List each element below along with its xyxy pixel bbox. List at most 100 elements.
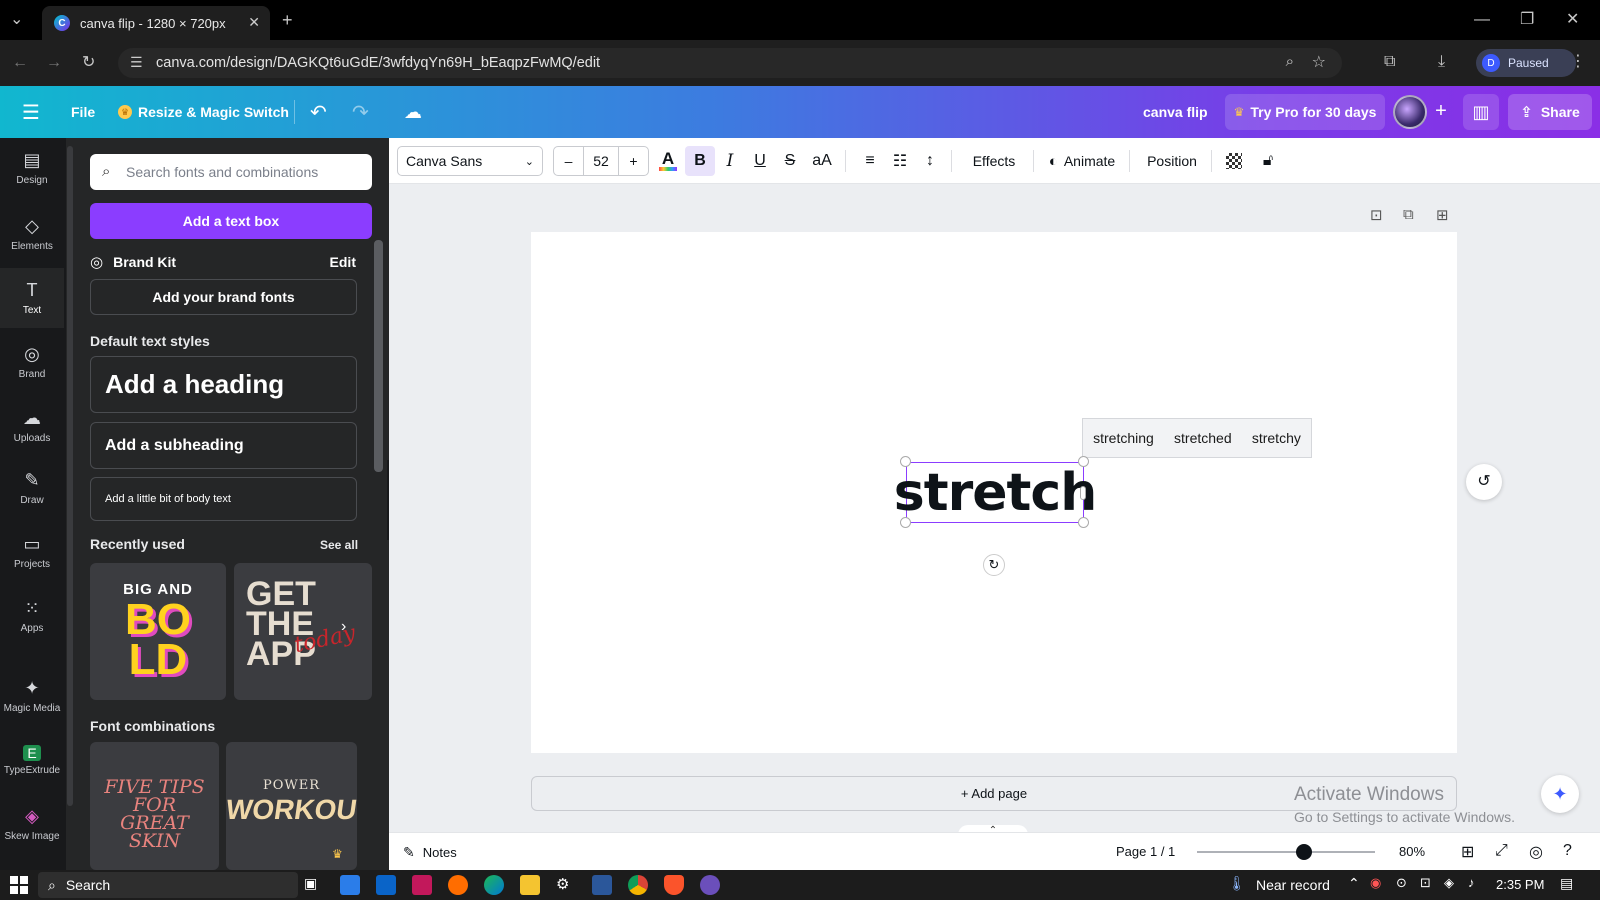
check-icon[interactable]: ◎	[1529, 842, 1543, 862]
chrome-icon[interactable]	[628, 875, 648, 895]
reload-icon[interactable]: ↻	[82, 53, 95, 73]
tray-app-icon[interactable]: ⊙	[1396, 875, 1407, 891]
windows-start-icon[interactable]	[10, 876, 28, 894]
fullscreen-icon[interactable]: ⤢	[1495, 842, 1508, 860]
bold-button[interactable]: B	[685, 146, 715, 176]
rail-item-draw[interactable]: ✎ Draw	[0, 458, 64, 518]
align-center-icon[interactable]: ≡	[855, 146, 885, 176]
selected-text-element[interactable]: stretch	[894, 462, 1097, 523]
strikethrough-button[interactable]: S	[775, 146, 805, 176]
add-page-icon[interactable]: ⊞	[1436, 206, 1449, 224]
comment-refresh-icon[interactable]: ↺	[1466, 464, 1502, 500]
taskbar-search[interactable]: ⌕ Search	[38, 872, 298, 898]
zoom-slider-thumb[interactable]	[1295, 844, 1312, 860]
zoom-icon[interactable]: ⌕	[1286, 53, 1294, 70]
letter-case-button[interactable]: aA	[805, 146, 839, 176]
new-tab-icon[interactable]: +	[282, 10, 293, 30]
resize-handle[interactable]	[1078, 456, 1089, 467]
add-body-text-button[interactable]: Add a little bit of body text	[90, 477, 357, 521]
position-button[interactable]: Position	[1137, 146, 1207, 176]
volume-icon[interactable]: ♪	[1468, 875, 1475, 890]
try-pro-button[interactable]: ♛ Try Pro for 30 days	[1225, 94, 1385, 130]
animate-button[interactable]: ◐ Animate	[1041, 146, 1123, 176]
resize-handle[interactable]	[900, 517, 911, 528]
add-brand-fonts-button[interactable]: Add your brand fonts	[90, 279, 357, 315]
restore-icon[interactable]: ❐	[1520, 10, 1534, 30]
magic-assistant-icon[interactable]: ✦	[1541, 775, 1579, 813]
cloud-save-icon[interactable]: ☁	[404, 86, 422, 138]
transparency-icon[interactable]	[1219, 146, 1249, 176]
design-title[interactable]: canva flip	[1143, 86, 1208, 138]
font-size-input[interactable]: 52	[593, 153, 609, 169]
add-heading-button[interactable]: Add a heading	[90, 356, 357, 413]
grid-view-icon[interactable]: ⊞	[1461, 842, 1474, 862]
lock-page-icon[interactable]: ⊡	[1370, 206, 1383, 224]
forward-icon[interactable]: →	[46, 53, 62, 73]
clock[interactable]: 2:35 PM	[1496, 877, 1544, 892]
close-tab-icon[interactable]: ✕	[248, 14, 260, 31]
lock-icon[interactable]: 🔓︎	[1253, 146, 1283, 176]
resize-magic-switch-button[interactable]: ♛ Resize & Magic Switch	[118, 86, 289, 138]
resize-handle[interactable]	[900, 456, 911, 467]
add-collaborator-icon[interactable]: +	[1428, 98, 1454, 124]
store-icon[interactable]	[340, 875, 360, 895]
tray-chevron-icon[interactable]: ⌃	[1348, 875, 1360, 892]
task-view-icon[interactable]: ▣	[304, 875, 324, 895]
rail-item-skew-image[interactable]: ◈ Skew Image	[0, 794, 64, 854]
word-icon[interactable]	[592, 875, 612, 895]
add-text-box-button[interactable]: Add a text box	[90, 203, 372, 239]
rail-item-uploads[interactable]: ☁ Uploads	[0, 396, 64, 456]
redo-icon[interactable]: ↷	[352, 86, 369, 138]
resize-handle[interactable]	[1078, 517, 1089, 528]
tray-app-icon[interactable]: ◉	[1370, 875, 1381, 891]
back-icon[interactable]: ←	[12, 53, 28, 73]
duplicate-page-icon[interactable]: ⧉	[1403, 206, 1414, 223]
tray-app-icon[interactable]: ⊡	[1420, 875, 1431, 891]
recent-template-get-the-app[interactable]: GET THE APP today	[234, 563, 372, 700]
network-icon[interactable]: ◈	[1444, 875, 1454, 891]
font-combo-five-tips[interactable]: FIVE TIPS FOR GREAT SKIN	[90, 742, 219, 870]
panel-scrollbar[interactable]	[374, 240, 383, 472]
notifications-icon[interactable]: ▤	[1560, 875, 1573, 892]
browser-tab[interactable]: C canva flip - 1280 × 720px ✕	[42, 6, 270, 40]
brand-kit-edit-link[interactable]: Edit	[330, 254, 356, 270]
recent-template-big-bold[interactable]: BIG AND BO LD	[90, 563, 226, 700]
zoom-level[interactable]: 80%	[1399, 844, 1425, 859]
settings-icon[interactable]: ⚙	[556, 875, 576, 895]
carousel-next-icon[interactable]: ›	[341, 618, 346, 636]
rail-item-projects[interactable]: ▭ Projects	[0, 522, 64, 582]
rail-item-magic-media[interactable]: ✦ Magic Media	[0, 666, 64, 726]
share-button[interactable]: ⇪ Share	[1508, 94, 1592, 130]
user-avatar[interactable]	[1393, 95, 1427, 129]
rail-item-design[interactable]: ▤ Design	[0, 138, 64, 198]
url-input[interactable]: ☰ canva.com/design/DAGKQt6uGdE/3wfdyqYn6…	[118, 48, 1342, 78]
rail-item-brand[interactable]: ◎ Brand	[0, 332, 64, 392]
browser-menu-icon[interactable]: ⋮	[1570, 52, 1586, 72]
increase-font-size-button[interactable]: +	[618, 147, 648, 175]
brave-icon[interactable]	[664, 875, 684, 895]
edge-icon[interactable]	[484, 875, 504, 895]
add-subheading-button[interactable]: Add a subheading	[90, 422, 357, 469]
rail-item-elements[interactable]: ◇ Elements	[0, 204, 64, 264]
mail-icon[interactable]	[376, 875, 396, 895]
downloads-icon[interactable]: ⤓	[1438, 52, 1445, 72]
bookmark-star-icon[interactable]: ☆	[1312, 52, 1326, 72]
minimize-icon[interactable]: —	[1474, 10, 1490, 30]
effects-button[interactable]: Effects	[961, 146, 1027, 176]
file-menu[interactable]: File	[71, 86, 95, 138]
spacing-icon[interactable]: ↕	[915, 146, 945, 176]
rail-item-text[interactable]: T Text	[0, 268, 64, 328]
text-color-button[interactable]: A	[653, 146, 683, 176]
suggestion-item[interactable]: stretchy	[1252, 430, 1301, 446]
suggestion-item[interactable]: stretched	[1174, 430, 1232, 446]
profile-button[interactable]: D Paused	[1476, 49, 1576, 77]
file-explorer-icon[interactable]	[520, 875, 540, 895]
side-resize-handle[interactable]	[1080, 486, 1086, 500]
tab-search-icon[interactable]: ⌄	[10, 10, 23, 30]
site-info-icon[interactable]: ☰	[130, 54, 143, 71]
hamburger-menu-icon[interactable]: ☰	[22, 86, 40, 138]
list-icon[interactable]: ☷	[885, 146, 915, 176]
font-search-input[interactable]: ⌕ Search fonts and combinations	[90, 154, 372, 190]
notes-button[interactable]: ✎ Notes	[403, 844, 457, 861]
insights-chart-icon[interactable]: ▥	[1463, 94, 1499, 130]
